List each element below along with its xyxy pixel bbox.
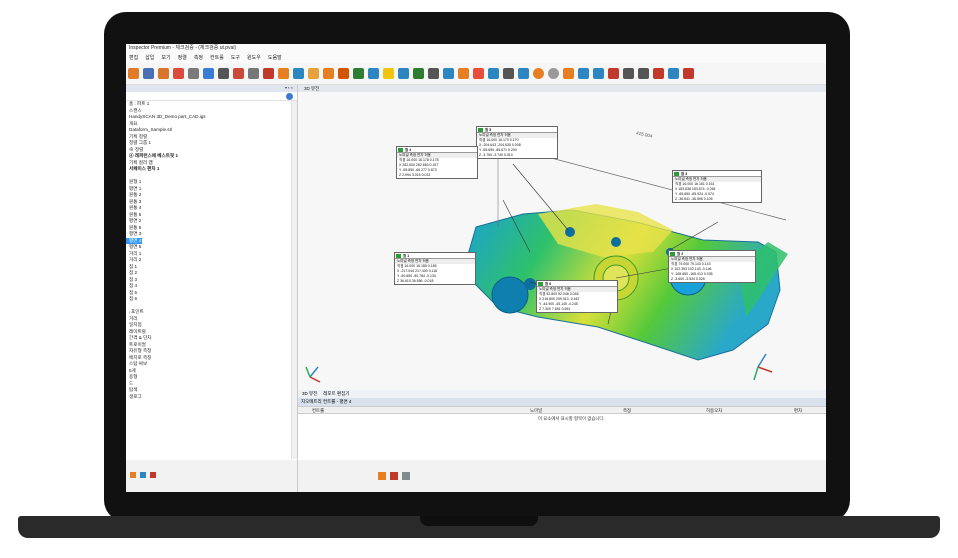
arc-icon[interactable] [623, 68, 634, 79]
camera-icon[interactable] [503, 68, 514, 79]
panel-header-controls[interactable]: ▾ ▪ × [126, 85, 297, 92]
text-icon[interactable] [443, 68, 454, 79]
menu-window[interactable]: 윈도우 [247, 53, 261, 63]
section-icon[interactable] [398, 68, 409, 79]
project-tree: 홈 : 파트 1 스캔스 HandySCAN 3D_Demo part_CAD.ig… [126, 101, 292, 459]
menu-align[interactable]: 정렬 [178, 53, 187, 63]
part-model [305, 143, 788, 383]
callout-circle-2[interactable]: 원 2 노미널 측정 편차 허용 직경 79.000 79.143 0.143 … [668, 250, 756, 283]
menu-bar: 편집 삽입 보기 정렬 측정 컨트롤 도구 윈도우 도움말 [126, 53, 826, 63]
tree-scrollbar[interactable] [291, 101, 297, 459]
shield-icon[interactable] [263, 68, 274, 79]
tree-item[interactable]: 생로그 [126, 394, 292, 401]
column-header-control[interactable]: 컨트롤 [312, 407, 324, 414]
main-toolbar [126, 63, 826, 85]
callout-circle-1[interactable]: 원 1 노미널 측정 편차 허용 직경 16.000 16.185 0.185 … [394, 252, 476, 285]
graph-icon[interactable] [578, 68, 589, 79]
menu-measure[interactable]: 측정 [194, 53, 203, 63]
grid-icon[interactable] [248, 68, 259, 79]
left-bottom-toolbar [126, 460, 298, 492]
control-table: 컨트롤 노미널 측정 허용오차 편차 이 요소에서 표시할 항목이 없습니다. [298, 406, 826, 460]
laptop-notch [420, 516, 538, 526]
import-icon[interactable] [188, 68, 199, 79]
column-header-deviation[interactable]: 편차 [794, 407, 802, 414]
report-icon[interactable] [458, 68, 469, 79]
list-icon[interactable] [563, 68, 574, 79]
callout-title: 원 1 [395, 253, 475, 259]
zoom-icon[interactable] [368, 68, 379, 79]
bottom-toolbar-icons[interactable] [298, 460, 418, 492]
menu-tools[interactable]: 도구 [231, 53, 240, 63]
chart-icon[interactable] [473, 68, 484, 79]
target-icon[interactable] [548, 68, 559, 79]
view-tab[interactable]: 3D 뷰전 [298, 85, 826, 92]
redo-icon[interactable] [173, 68, 184, 79]
callout-row: Z 7.300 7.651 0.651 [539, 307, 571, 311]
menu-help[interactable]: 도움말 [268, 53, 282, 63]
compare-icon[interactable] [353, 68, 364, 79]
callout-title: 원 4 [397, 147, 477, 153]
table-icon[interactable] [488, 68, 499, 79]
callout-circle-4[interactable]: 원 4 노미널 측정 편차 허용 직경 16.000 16.178 0.178 … [396, 146, 478, 179]
probe-icon[interactable] [338, 68, 349, 79]
record-icon[interactable] [533, 68, 544, 79]
check-icon[interactable] [413, 68, 424, 79]
cube-icon[interactable] [293, 68, 304, 79]
measure-icon[interactable] [278, 68, 289, 79]
bottom-toolbar [298, 460, 826, 492]
tree-item[interactable]: 평면 3 [126, 231, 292, 238]
tree-panel: ▾ ▪ × 홈 : 파트 1 스캔스 HandySCAN 3D_Demo part_… [126, 85, 298, 460]
open-icon[interactable] [128, 68, 139, 79]
deviation-icon[interactable] [383, 68, 394, 79]
gap-icon[interactable] [638, 68, 649, 79]
menu-edit[interactable]: 편집 [129, 53, 138, 63]
save-icon[interactable] [143, 68, 154, 79]
gdt-icon[interactable] [428, 68, 439, 79]
cross-icon[interactable] [233, 68, 244, 79]
left-bottom-icons[interactable] [126, 460, 298, 492]
callout-circle-3[interactable]: 원 3 노미널 측정 편차 허용 직경 16.000 16.161 0.161 … [672, 170, 762, 203]
screen-icon[interactable] [203, 68, 214, 79]
callout-row: Z -3.600 -3.534 0.025 [671, 277, 705, 281]
callout-title: 원 5 [477, 127, 557, 133]
undo-icon[interactable] [158, 68, 169, 79]
macro-icon[interactable] [668, 68, 679, 79]
callout-row: Z -3.750 -3.740 0.010 [479, 153, 513, 157]
callout-title: 원 6 [537, 281, 617, 287]
3d-viewport[interactable]: 415.004 원 5 노미널 측정 편차 허용 직경 16.000 16.17… [298, 92, 826, 390]
column-header-nominal[interactable]: 노미널 [530, 407, 542, 414]
tab-report-editor[interactable]: 레포트 편집기 [323, 390, 349, 398]
callout-circle-6[interactable]: 원 6 노미널 측정 편차 허용 직경 52.800 52.046 0.046 … [536, 280, 618, 313]
copy-icon[interactable] [218, 68, 229, 79]
callout-row: Z 2.994 3.015 0.013 [399, 173, 431, 177]
callout-row: Z -36.641 -36.596 0.105 [675, 197, 713, 201]
window-title: Inspector Premium - 체크검증 - (체크검증 ut.pvai… [126, 44, 826, 53]
menu-insert[interactable]: 삽입 [145, 53, 154, 63]
view-icon[interactable] [518, 68, 529, 79]
table-empty-message: 이 요소에서 표시할 항목이 없습니다. [538, 416, 605, 421]
probe-path-icon[interactable] [593, 68, 604, 79]
column-header-measured[interactable]: 측정 [623, 407, 631, 414]
callout-row: Z 36.610 36.556 -0.018 [397, 279, 434, 283]
callout-circle-5[interactable]: 원 5 노미널 측정 편차 허용 직경 16.000 16.170 0.170 … [476, 126, 558, 159]
align-icon[interactable] [323, 68, 334, 79]
tab-3d-view[interactable]: 3D 뷰전 [302, 390, 317, 398]
globe-icon[interactable] [286, 93, 293, 100]
mesh-icon[interactable] [308, 68, 319, 79]
app-screen: Inspector Premium - 체크검증 - (체크검증 ut.pvai… [126, 44, 826, 492]
flush-icon[interactable] [653, 68, 664, 79]
callout-title: 원 3 [673, 171, 761, 177]
column-header-tolerance[interactable]: 허용오차 [706, 407, 722, 414]
menu-view[interactable]: 보기 [161, 53, 170, 63]
tree-search[interactable] [126, 92, 297, 101]
table-title: 지오메트리 컨트롤 - 평면 4 [298, 398, 826, 406]
bottom-tabs: 3D 뷰전 레포트 편집기 [298, 390, 826, 398]
flag-icon[interactable] [608, 68, 619, 79]
export-icon[interactable] [683, 68, 694, 79]
table-header-row [298, 407, 826, 414]
callout-title: 원 2 [669, 251, 755, 257]
menu-control[interactable]: 컨트롤 [210, 53, 224, 63]
